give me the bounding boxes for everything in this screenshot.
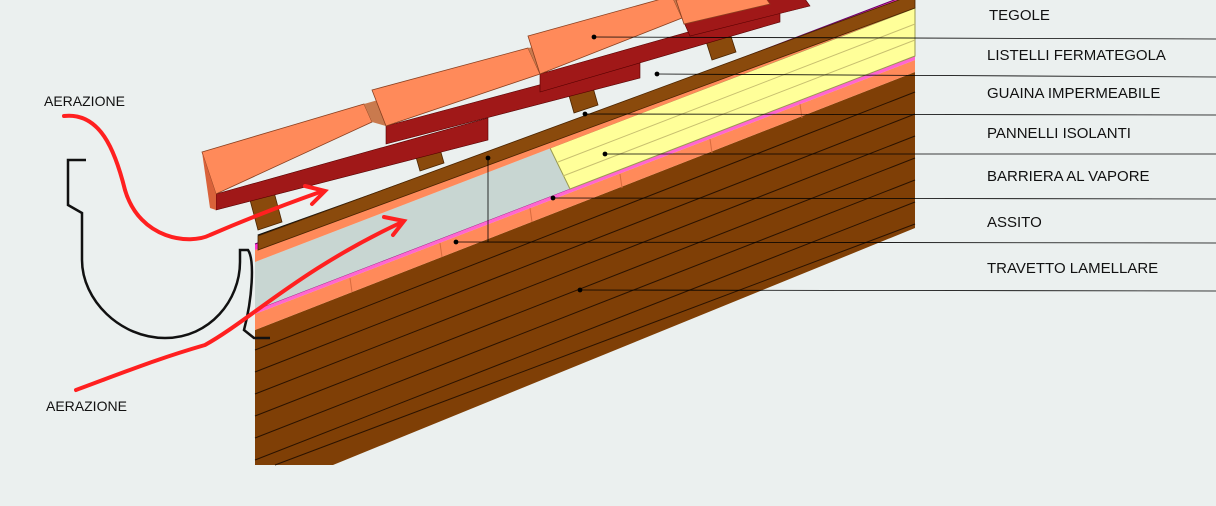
label-aerazione-bottom: AERAZIONE [46,398,127,414]
label-aerazione-top: AERAZIONE [44,93,125,109]
label-travetto-lamellare: TRAVETTO LAMELLARE [987,260,1159,277]
label-barriera-al-vapore: BARRIERA AL VAPORE [987,168,1150,185]
roof-drawing [62,0,1216,466]
roof-section-diagram: TEGOLE LISTELLI FERMATEGOLA GUAINA IMPER… [0,0,1216,506]
gutter [66,158,270,340]
label-guaina-impermeabile: GUAINA IMPERMEABILE [987,85,1161,102]
label-pannelli-isolanti: PANNELLI ISOLANTI [987,125,1131,142]
label-tegole: TEGOLE [989,7,1050,24]
label-assito: ASSITO [987,214,1042,231]
label-listelli-fermategola: LISTELLI FERMATEGOLA [987,47,1166,64]
